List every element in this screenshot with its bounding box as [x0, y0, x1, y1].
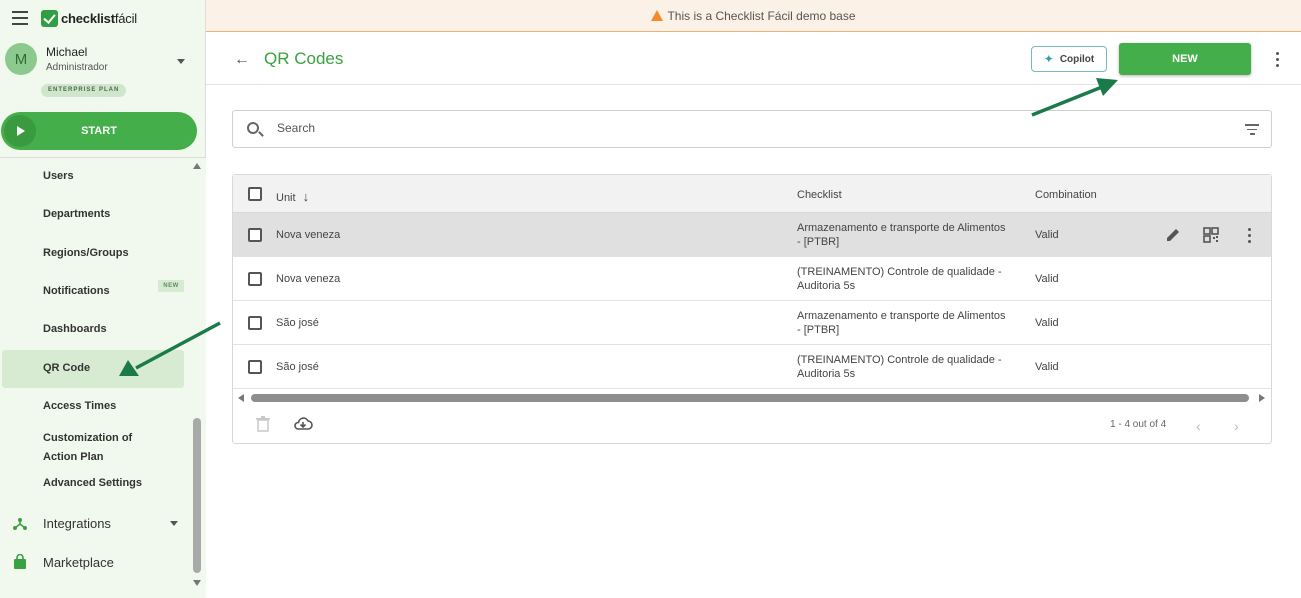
sidebar-item-advanced-settings[interactable]: Advanced Settings — [43, 477, 142, 489]
qr-code-icon[interactable] — [1203, 227, 1219, 243]
column-header-checklist[interactable]: Checklist — [797, 189, 842, 201]
column-header-unit[interactable]: Unit ↓ — [276, 189, 309, 204]
table-row[interactable]: São josé (TREINAMENTO) Controle de quali… — [233, 345, 1271, 389]
start-label: START — [81, 125, 117, 137]
copilot-button[interactable]: ✦ Copilot — [1031, 46, 1107, 72]
filter-icon[interactable] — [1245, 124, 1259, 135]
checklist-logo-icon — [41, 10, 58, 27]
search-icon — [247, 122, 259, 134]
chevron-left-icon[interactable]: ‹ — [1196, 418, 1201, 434]
combination-cell: Valid — [1035, 229, 1059, 241]
copilot-label: Copilot — [1059, 53, 1095, 65]
start-button[interactable]: START — [1, 112, 197, 150]
column-header-combination[interactable]: Combination — [1035, 189, 1097, 201]
new-button[interactable]: NEW — [1119, 43, 1251, 75]
row-checkbox[interactable] — [248, 360, 262, 374]
select-all-checkbox[interactable] — [248, 187, 262, 201]
hamburger-menu-icon[interactable] — [12, 11, 28, 25]
logo-text: checklistfácil — [61, 11, 137, 26]
scroll-down-icon[interactable] — [193, 580, 201, 586]
scrollbar-thumb[interactable] — [251, 394, 1249, 402]
horizontal-scrollbar[interactable] — [233, 391, 1271, 405]
cloud-download-icon[interactable] — [293, 416, 313, 432]
user-profile[interactable]: M Michael Administrador ENTERPRISE PLAN — [5, 42, 200, 102]
sidebar-topbar: checklistfácil — [0, 0, 206, 36]
scroll-up-icon[interactable] — [193, 163, 201, 169]
new-badge: NEW — [158, 280, 184, 292]
row-more-options-icon[interactable] — [1248, 228, 1251, 246]
qr-codes-table: Unit ↓ Checklist Combination Nova veneza… — [232, 174, 1272, 444]
warning-icon — [651, 10, 664, 21]
banner-text: This is a Checklist Fácil demo base — [667, 8, 856, 23]
sidebar-item-dashboards[interactable]: Dashboards — [43, 323, 107, 335]
active-highlight — [2, 350, 184, 388]
checklist-cell: Armazenamento e transporte de Alimentos -… — [797, 222, 1006, 248]
trash-icon[interactable] — [256, 416, 270, 432]
table-row[interactable]: Nova veneza (TREINAMENTO) Controle de qu… — [233, 257, 1271, 301]
scrollbar-thumb[interactable] — [193, 418, 201, 573]
sidebar: checklistfácil M Michael Administrador E… — [0, 0, 206, 598]
checklist-cell: Armazenamento e transporte de Alimentos -… — [797, 310, 1006, 336]
table-footer: 1 - 4 out of 4 ‹ › — [233, 407, 1271, 443]
sidebar-item-customization-action-plan[interactable]: Customization of Action Plan — [43, 429, 148, 467]
table-row[interactable]: São josé Armazenamento e transporte de A… — [233, 301, 1271, 345]
chevron-down-icon[interactable] — [170, 521, 178, 526]
sparkle-icon: ✦ — [1043, 52, 1054, 66]
combination-cell: Valid — [1035, 317, 1059, 329]
sidebar-item-qr-code[interactable]: QR Code — [43, 362, 90, 374]
search-bar — [232, 110, 1272, 148]
chevron-down-icon[interactable] — [177, 59, 185, 64]
sidebar-item-regions-groups[interactable]: Regions/Groups — [43, 247, 129, 259]
unit-cell: Nova veneza — [276, 273, 341, 285]
avatar: M — [5, 43, 37, 75]
scroll-right-icon[interactable] — [1259, 394, 1265, 402]
table-header: Unit ↓ Checklist Combination — [233, 175, 1271, 213]
row-checkbox[interactable] — [248, 316, 262, 330]
scroll-left-icon[interactable] — [238, 394, 244, 402]
sort-arrow-down-icon[interactable]: ↓ — [303, 189, 310, 204]
plan-badge: ENTERPRISE PLAN — [41, 84, 127, 97]
table-row[interactable]: Nova veneza Armazenamento e transporte d… — [233, 213, 1271, 257]
row-checkbox[interactable] — [248, 228, 262, 242]
play-icon — [4, 115, 36, 147]
user-role: Administrador — [46, 62, 108, 73]
unit-cell: Nova veneza — [276, 229, 341, 241]
more-options-icon[interactable] — [1276, 52, 1279, 70]
unit-cell: São josé — [276, 317, 319, 329]
sidebar-item-integrations[interactable]: Integrations — [43, 516, 111, 531]
page-title: QR Codes — [264, 49, 344, 68]
chevron-right-icon[interactable]: › — [1234, 418, 1239, 434]
sidebar-item-access-times[interactable]: Access Times — [43, 400, 116, 412]
edit-pencil-icon[interactable] — [1165, 227, 1181, 243]
combination-cell: Valid — [1035, 361, 1059, 373]
row-checkbox[interactable] — [248, 272, 262, 286]
divider — [0, 157, 206, 158]
shopping-bag-icon — [14, 554, 26, 569]
sidebar-item-users[interactable]: Users — [43, 170, 74, 182]
unit-cell: São josé — [276, 361, 319, 373]
sidebar-item-marketplace[interactable]: Marketplace — [43, 555, 114, 570]
checklist-cell: (TREINAMENTO) Controle de qualidade - Aud… — [797, 354, 1002, 380]
page-header: ← QR Codes ✦ Copilot NEW — [206, 33, 1301, 85]
app-logo[interactable]: checklistfácil — [41, 10, 137, 27]
demo-banner: This is a Checklist Fácil demo base — [206, 0, 1301, 32]
combination-cell: Valid — [1035, 273, 1059, 285]
integrations-icon — [13, 518, 27, 530]
sidebar-item-departments[interactable]: Departments — [43, 208, 110, 220]
sidebar-item-notifications[interactable]: Notifications — [43, 285, 110, 297]
back-arrow-icon[interactable]: ← — [234, 51, 250, 69]
search-input[interactable] — [277, 121, 1177, 135]
pagination-label: 1 - 4 out of 4 — [1110, 419, 1167, 430]
checklist-cell: (TREINAMENTO) Controle de qualidade - Aud… — [797, 266, 1002, 292]
user-name: Michael — [46, 45, 88, 59]
